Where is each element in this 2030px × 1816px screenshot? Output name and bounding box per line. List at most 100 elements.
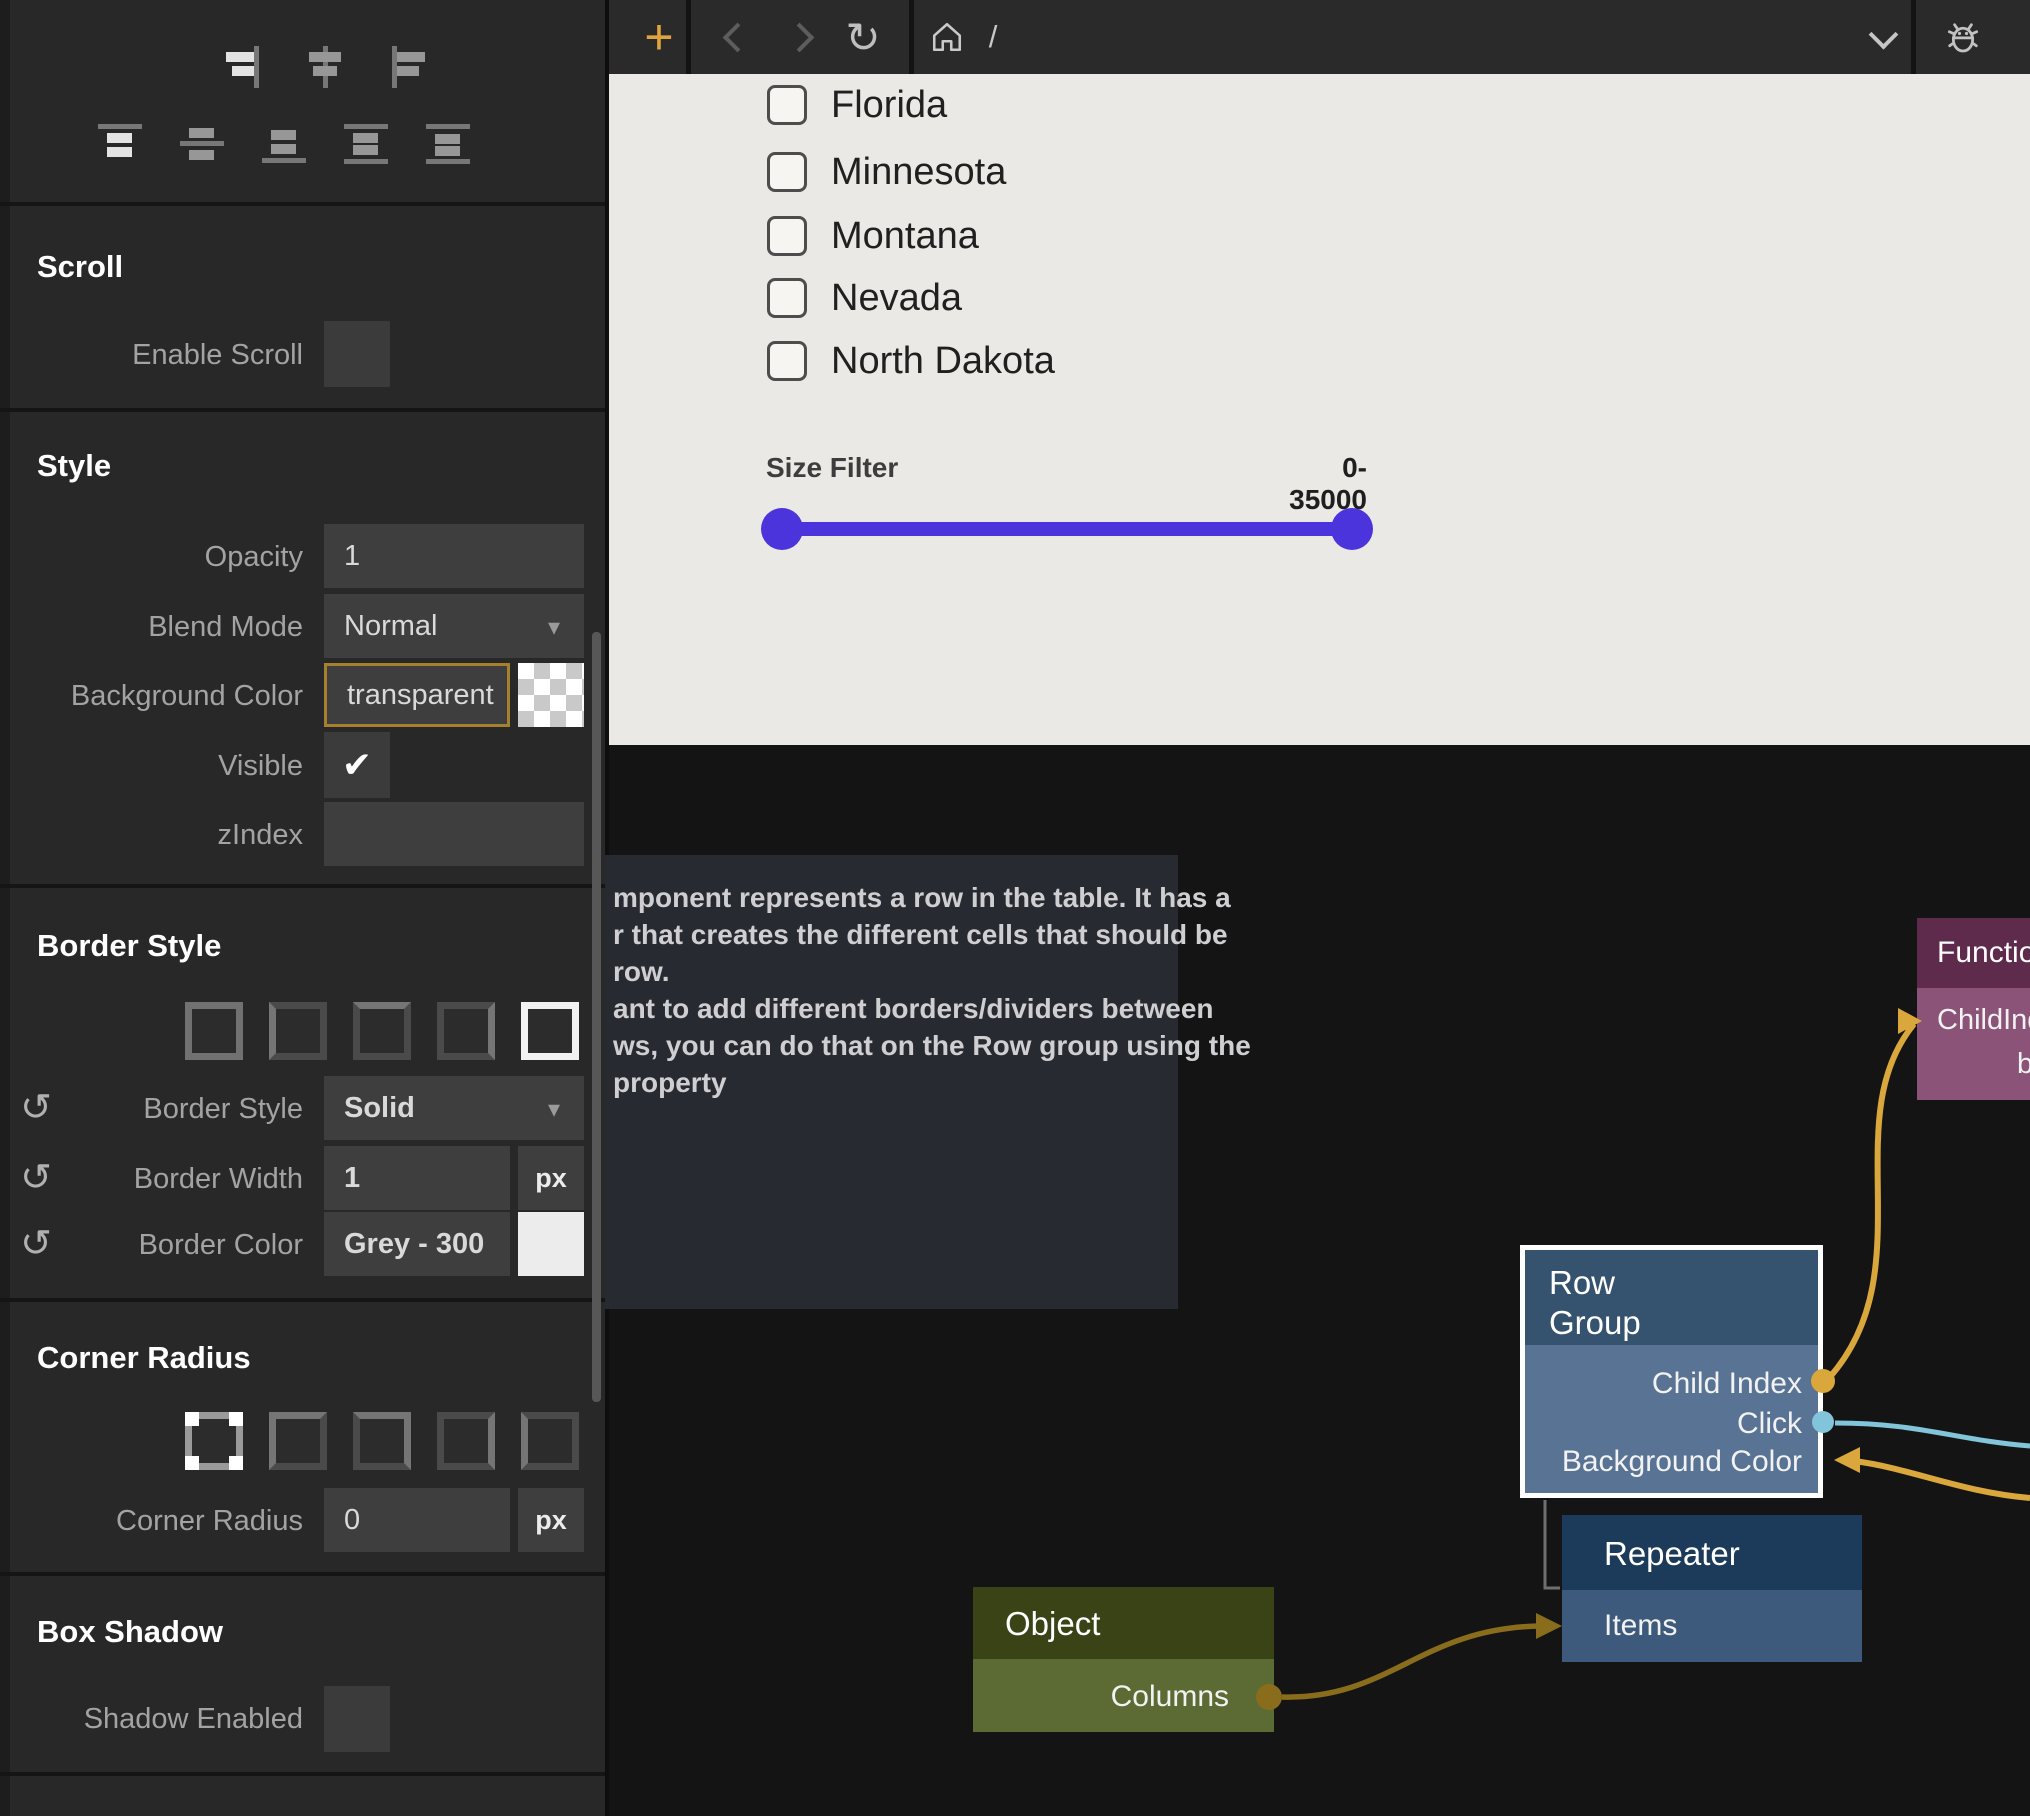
debug-button[interactable] [1933, 0, 1993, 74]
zindex-label: zIndex [40, 819, 303, 852]
wire-background-color-in[interactable] [1854, 1461, 2030, 1498]
background-color-port[interactable]: Background Color [1562, 1445, 1802, 1479]
items-port[interactable]: Items [1604, 1609, 1677, 1643]
check-icon: ✔ [342, 744, 372, 785]
app-preview: Florida Minnesota Montana Nevada North D… [609, 74, 2030, 745]
shadow-enabled-checkbox[interactable] [324, 1686, 390, 1752]
border-right-button[interactable] [437, 1002, 495, 1060]
function-childindex-port[interactable]: ChildInde [1937, 1004, 2030, 1037]
chevron-left-icon [722, 22, 752, 52]
align-bottom-icon[interactable] [260, 124, 308, 168]
tooltip-line: ws, you can do that on the Row group usi… [613, 1027, 1186, 1064]
bug-icon [1942, 16, 1984, 58]
align-left-icon[interactable] [384, 46, 432, 90]
home-icon [929, 20, 965, 54]
size-filter-range: 0-35000 [1275, 452, 1367, 516]
function-node[interactable]: Function ChildInde b [1917, 918, 2030, 1100]
tooltip-line: property [613, 1064, 1186, 1101]
corner-top-left-button[interactable] [269, 1412, 327, 1470]
wire-click-out[interactable] [1835, 1423, 2030, 1446]
background-color-swatch[interactable] [518, 663, 584, 727]
preview-dropdown-button[interactable] [1861, 0, 1905, 74]
add-button[interactable]: + [629, 0, 689, 74]
chevron-down-icon: ▾ [548, 1095, 560, 1124]
corner-all-button[interactable] [185, 1412, 243, 1470]
reload-button[interactable]: ↻ [841, 0, 885, 74]
checkbox-florida-label: Florida [831, 83, 947, 127]
wire-columns-to-items[interactable] [1282, 1626, 1540, 1697]
size-filter-slider[interactable] [782, 522, 1352, 536]
checkbox-montana[interactable] [767, 216, 807, 256]
blend-mode-label: Blend Mode [40, 611, 303, 644]
checkbox-florida[interactable] [767, 85, 807, 125]
object-node-title: Object [1005, 1605, 1100, 1643]
border-width-label: Border Width [40, 1163, 303, 1196]
align-center-vertical-icon[interactable] [178, 124, 226, 168]
forward-button[interactable] [779, 0, 819, 74]
child-index-port[interactable]: Child Index [1652, 1367, 1802, 1401]
distribute-vertical-icon[interactable] [424, 124, 472, 168]
border-width-input[interactable]: 1 [324, 1146, 510, 1210]
opacity-label: Opacity [40, 541, 303, 574]
wire-childindex-to-function[interactable] [1829, 1024, 1914, 1378]
columns-port[interactable]: Columns [1111, 1680, 1229, 1714]
corner-radius-input[interactable]: 0 [324, 1488, 510, 1552]
panel-edge [0, 0, 10, 1816]
repeater-node[interactable]: Repeater Items [1562, 1515, 1862, 1662]
corner-radius-label: Corner Radius [40, 1505, 303, 1538]
checkbox-minnesota[interactable] [767, 152, 807, 192]
object-node[interactable]: Object Columns [973, 1587, 1274, 1732]
border-style-select[interactable]: Solid [324, 1076, 584, 1140]
tree-connector [1545, 1500, 1560, 1588]
blend-mode-select[interactable]: Normal [324, 594, 584, 658]
checkbox-north-dakota-label: North Dakota [831, 339, 1055, 383]
border-all-button[interactable] [185, 1002, 243, 1060]
row-group-node-subtitle: Group [1549, 1304, 1641, 1342]
space-between-vertical-icon[interactable] [342, 124, 390, 168]
checkbox-north-dakota[interactable] [767, 341, 807, 381]
align-right-icon[interactable] [218, 46, 266, 90]
zindex-input[interactable] [324, 802, 584, 866]
function-node-title: Function [1937, 936, 2030, 970]
help-tooltip: mponent represents a row in the table. I… [605, 855, 1178, 1309]
opacity-input[interactable]: 1 [324, 524, 584, 588]
properties-panel: Scroll Enable Scroll Style Opacity 1 Ble… [0, 0, 605, 1816]
background-color-input[interactable]: transparent [324, 663, 510, 727]
row-group-node[interactable]: Row Group Child Index Click Background C… [1520, 1245, 1823, 1498]
background-color-label: Background Color [40, 680, 303, 713]
top-bar: + ↻ / [609, 0, 2030, 74]
panel-scrollbar[interactable] [592, 632, 601, 1402]
checkbox-nevada[interactable] [767, 278, 807, 318]
slider-handle-min[interactable] [761, 508, 803, 550]
enable-scroll-label: Enable Scroll [40, 339, 303, 372]
home-button[interactable] [925, 0, 969, 74]
border-color-input[interactable]: Grey - 300 [324, 1212, 510, 1276]
border-color-swatch[interactable] [518, 1212, 584, 1276]
border-custom-button[interactable] [521, 1002, 579, 1060]
repeater-node-title: Repeater [1604, 1535, 1740, 1573]
chevron-right-icon [784, 22, 814, 52]
click-port[interactable]: Click [1737, 1407, 1802, 1441]
corner-bottom-left-button[interactable] [521, 1412, 579, 1470]
corner-top-right-button[interactable] [353, 1412, 411, 1470]
border-left-button[interactable] [269, 1002, 327, 1060]
align-center-horizontal-icon[interactable] [301, 46, 349, 90]
checkbox-minnesota-label: Minnesota [831, 150, 1006, 194]
corner-bottom-right-button[interactable] [437, 1412, 495, 1470]
tooltip-line: row. [613, 953, 1186, 990]
arrowhead-background-color [1834, 1447, 1860, 1473]
slider-handle-max[interactable] [1331, 508, 1373, 550]
visible-checkbox[interactable]: ✔ [324, 732, 390, 798]
tooltip-line: ant to add different borders/dividers be… [613, 990, 1186, 1027]
tooltip-line: r that creates the different cells that … [613, 916, 1186, 953]
chevron-down-icon [1868, 19, 1898, 49]
border-width-unit: px [518, 1146, 584, 1210]
border-style-label: Border Style [40, 1093, 303, 1126]
alignment-toolbar [0, 0, 605, 202]
border-top-button[interactable] [353, 1002, 411, 1060]
back-button[interactable] [717, 0, 757, 74]
align-top-icon[interactable] [96, 124, 144, 168]
enable-scroll-checkbox[interactable] [324, 321, 390, 387]
function-port-second-line: b [2017, 1048, 2030, 1081]
border-color-label: Border Color [40, 1229, 303, 1262]
